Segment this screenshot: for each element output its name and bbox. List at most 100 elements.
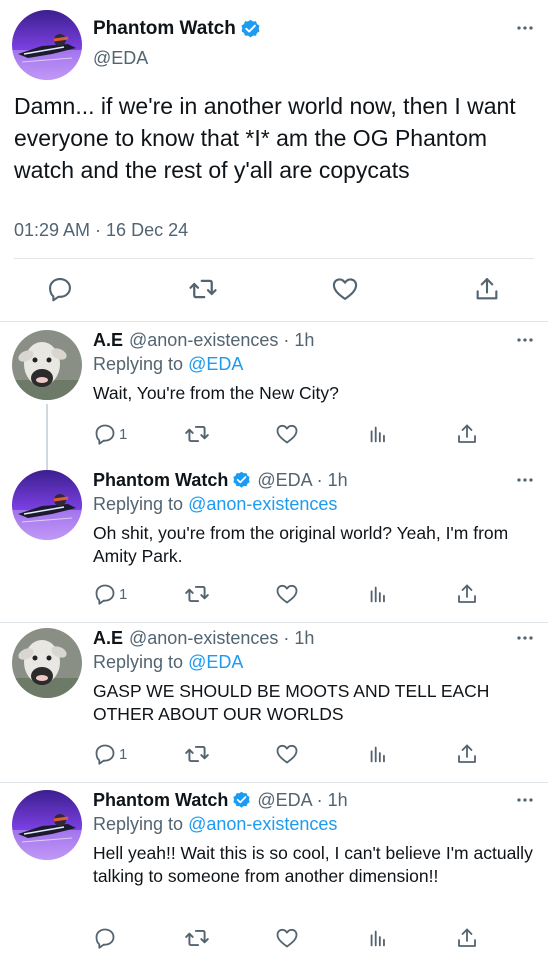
more-dots-icon[interactable] <box>516 476 534 484</box>
reply-button[interactable] <box>45 272 75 306</box>
tweet-timestamp[interactable]: 01:29 AM · 16 Dec 24 <box>14 220 188 241</box>
main-tweet: Phantom Watch @EDA Damn... if we're in a… <box>0 0 548 322</box>
views-button[interactable] <box>367 924 389 952</box>
retweet-button[interactable] <box>188 272 218 306</box>
retweet-button[interactable] <box>184 420 210 448</box>
like-icon <box>275 422 299 446</box>
reply-actions: 1 <box>0 580 548 610</box>
author-name[interactable]: Phantom Watch <box>93 18 236 40</box>
replying-prefix: Replying to <box>93 354 184 374</box>
avatar[interactable] <box>12 628 82 698</box>
divider <box>14 258 534 259</box>
reply-button[interactable]: 1 <box>93 420 127 448</box>
reply-tweet: A.E @anon-existences · 1h Replying to @E… <box>0 620 548 783</box>
replying-to: Replying to @anon-existences <box>93 494 337 515</box>
replying-prefix: Replying to <box>93 494 184 514</box>
more-dots-icon[interactable] <box>516 336 534 344</box>
avatar[interactable] <box>12 470 82 540</box>
replying-to: Replying to @anon-existences <box>93 814 337 835</box>
retweet-icon <box>184 925 210 951</box>
more-dots-icon[interactable] <box>516 24 534 32</box>
stats-icon <box>367 583 389 605</box>
reply-button[interactable]: 1 <box>93 740 127 768</box>
avatar[interactable] <box>12 10 82 80</box>
replying-to-handle[interactable]: @anon-existences <box>188 494 337 514</box>
author-meta[interactable]: @EDA · 1h <box>257 790 347 811</box>
like-button[interactable] <box>275 740 299 768</box>
stats-icon <box>367 927 389 949</box>
like-button[interactable] <box>275 924 299 952</box>
stats-icon <box>367 743 389 765</box>
share-icon <box>455 926 479 950</box>
like-button[interactable] <box>275 420 299 448</box>
like-icon <box>331 275 359 303</box>
reply-count: 1 <box>119 425 128 443</box>
reply-header: Phantom Watch @EDA · 1h <box>93 790 348 811</box>
stats-icon <box>367 423 389 445</box>
replying-to-handle[interactable]: @EDA <box>188 354 243 374</box>
author-name[interactable]: Phantom Watch <box>93 790 228 811</box>
retweet-button[interactable] <box>184 580 210 608</box>
more-dots-icon[interactable] <box>516 796 534 804</box>
replying-to-handle[interactable]: @EDA <box>188 652 243 672</box>
like-icon <box>275 742 299 766</box>
share-icon <box>473 275 501 303</box>
reply-count: 1 <box>119 585 128 603</box>
author-name-row: Phantom Watch <box>93 18 261 40</box>
replying-prefix: Replying to <box>93 814 184 834</box>
like-button[interactable] <box>275 580 299 608</box>
views-button[interactable] <box>367 740 389 768</box>
reply-tweet: A.E @anon-existences · 1h Replying to @E… <box>0 322 548 470</box>
retweet-icon <box>188 274 218 304</box>
like-icon <box>275 926 299 950</box>
reply-count: 1 <box>119 745 128 763</box>
replying-to: Replying to @EDA <box>93 652 243 673</box>
reply-icon <box>46 275 74 303</box>
share-button[interactable] <box>455 924 479 952</box>
retweet-button[interactable] <box>184 924 210 952</box>
author-meta[interactable]: @anon-existences · 1h <box>129 330 314 351</box>
reply-icon <box>93 582 117 606</box>
reply-tweet: Phantom Watch @EDA · 1h Replying to @ano… <box>0 782 548 960</box>
avatar[interactable] <box>12 330 82 400</box>
reply-icon <box>93 742 117 766</box>
views-button[interactable] <box>367 420 389 448</box>
reply-button[interactable]: 1 <box>93 580 127 608</box>
reply-header: A.E @anon-existences · 1h <box>93 628 314 649</box>
author-name[interactable]: Phantom Watch <box>93 470 228 491</box>
replying-to-handle[interactable]: @anon-existences <box>188 814 337 834</box>
author-name[interactable]: A.E <box>93 330 123 351</box>
retweet-button[interactable] <box>184 740 210 768</box>
reply-actions <box>0 924 548 954</box>
reply-header: Phantom Watch @EDA · 1h <box>93 470 348 491</box>
retweet-icon <box>184 421 210 447</box>
verified-badge-icon <box>240 19 261 40</box>
share-button[interactable] <box>455 740 479 768</box>
reply-text: Wait, You're from the New City? <box>93 383 339 403</box>
more-dots-icon[interactable] <box>516 634 534 642</box>
author-handle[interactable]: @EDA <box>93 48 148 69</box>
views-button[interactable] <box>367 580 389 608</box>
author-meta[interactable]: @EDA · 1h <box>257 470 347 491</box>
reply-text: GASP WE SHOULD BE MOOTS AND TELL EACH OT… <box>93 681 490 724</box>
like-icon <box>275 582 299 606</box>
reply-header: A.E @anon-existences · 1h <box>93 330 314 351</box>
replying-to: Replying to @EDA <box>93 354 243 375</box>
share-button[interactable] <box>455 420 479 448</box>
share-icon <box>455 422 479 446</box>
verified-badge-icon <box>232 471 251 490</box>
like-button[interactable] <box>330 272 360 306</box>
reply-text: Oh shit, you're from the original world?… <box>93 523 509 566</box>
retweet-icon <box>184 581 210 607</box>
share-button[interactable] <box>472 272 502 306</box>
author-name[interactable]: A.E <box>93 628 123 649</box>
share-button[interactable] <box>455 580 479 608</box>
reply-button[interactable] <box>93 924 119 952</box>
author-meta[interactable]: @anon-existences · 1h <box>129 628 314 649</box>
reply-actions: 1 <box>0 420 548 450</box>
avatar[interactable] <box>12 790 82 860</box>
replying-prefix: Replying to <box>93 652 184 672</box>
reply-icon <box>93 422 117 446</box>
share-icon <box>455 742 479 766</box>
reply-actions: 1 <box>0 740 548 770</box>
